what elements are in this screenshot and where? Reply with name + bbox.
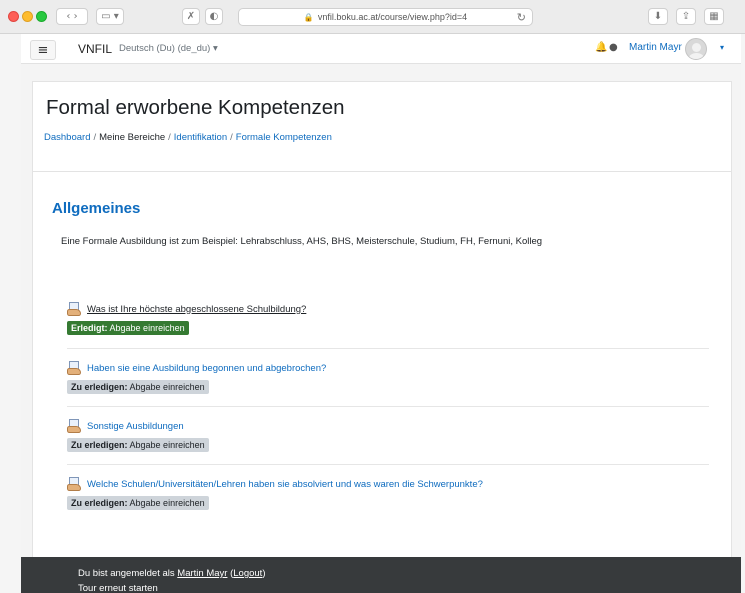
browser-toolbar: ‹ › ▭ ▾ ✗ ◐ 🔒 vnfil.boku.ac.at/course/vi… bbox=[0, 0, 745, 34]
back-forward-buttons[interactable]: ‹ › bbox=[56, 8, 88, 25]
menu-icon[interactable]: ≡ bbox=[30, 40, 56, 60]
language-selector[interactable]: Deutsch (Du) (de_du) ▾ bbox=[119, 43, 218, 54]
address-bar[interactable]: 🔒 vnfil.boku.ac.at/course/view.php?id=4 … bbox=[238, 8, 533, 26]
activity-item: Haben sie eine Ausbildung begonnen und a… bbox=[67, 361, 709, 395]
completion-badge-todo: Zu erledigen: Abgabe einreichen bbox=[67, 380, 209, 394]
activity-item: Welche Schulen/Universitäten/Lehren habe… bbox=[67, 477, 709, 511]
section-title[interactable]: Allgemeines bbox=[52, 200, 140, 217]
breadcrumb-dashboard[interactable]: Dashboard bbox=[44, 132, 90, 143]
assignment-icon bbox=[67, 361, 83, 375]
breadcrumb-identifikation[interactable]: Identifikation bbox=[174, 132, 227, 143]
section-summary: Eine Formale Ausbildung ist zum Beispiel… bbox=[61, 236, 543, 247]
web-page: ≡ VNFIL Deutsch (Du) (de_du) ▾ 🔔 ● Marti… bbox=[21, 34, 741, 593]
reload-icon[interactable]: ↻ bbox=[517, 11, 526, 24]
course-content: Allgemeines Eine Formale Ausbildung ist … bbox=[32, 171, 732, 567]
completion-badge-done: Erledigt: Abgabe einreichen bbox=[67, 321, 189, 335]
activity-link[interactable]: Was ist Ihre höchste abgeschlossene Schu… bbox=[87, 304, 306, 315]
divider bbox=[67, 348, 709, 349]
breadcrumb-separator: / bbox=[168, 132, 171, 143]
footer-user-link[interactable]: Martin Mayr bbox=[177, 568, 227, 579]
divider bbox=[67, 464, 709, 465]
bell-icon[interactable]: 🔔 bbox=[595, 42, 607, 53]
assignment-icon bbox=[67, 419, 83, 433]
activity-link[interactable]: Sonstige Ausbildungen bbox=[87, 421, 184, 432]
activity-item: Was ist Ihre höchste abgeschlossene Schu… bbox=[67, 302, 709, 336]
avatar[interactable] bbox=[685, 38, 707, 60]
completion-badge-todo: Zu erledigen: Abgabe einreichen bbox=[67, 438, 209, 452]
sidebar-icon[interactable]: ▭ ▾ bbox=[96, 8, 124, 25]
url-text: vnfil.boku.ac.at/course/view.php?id=4 bbox=[317, 12, 468, 22]
logout-link[interactable]: Logout bbox=[233, 568, 262, 579]
breadcrumb-separator: / bbox=[93, 132, 97, 143]
tour-restart-link[interactable]: Tour erneut starten bbox=[78, 583, 158, 593]
user-menu-chevron-down-icon[interactable]: ▾ bbox=[720, 43, 724, 52]
activity-link[interactable]: Haben sie eine Ausbildung begonnen und a… bbox=[87, 363, 326, 374]
completion-badge-todo: Zu erledigen: Abgabe einreichen bbox=[67, 496, 209, 510]
share-icon[interactable]: ⇪ bbox=[676, 8, 696, 25]
breadcrumb-meine-bereiche: Meine Bereiche bbox=[99, 132, 166, 143]
page-title: Formal erworbene Kompetenzen bbox=[46, 96, 345, 119]
browser-window: ‹ › ▭ ▾ ✗ ◐ 🔒 vnfil.boku.ac.at/course/vi… bbox=[0, 0, 745, 593]
breadcrumb-separator: / bbox=[230, 132, 233, 143]
lock-icon: 🔒 bbox=[303, 12, 314, 22]
login-info: Du bist angemeldet als Martin Mayr (Logo… bbox=[78, 568, 266, 579]
download-icon[interactable]: ⬇ bbox=[648, 8, 668, 25]
close-window-button[interactable] bbox=[8, 11, 19, 22]
breadcrumb: Dashboard / Meine Bereiche / Identifikation /… bbox=[44, 132, 332, 143]
extension-icon[interactable]: ✗ bbox=[182, 8, 200, 25]
assignment-icon bbox=[67, 477, 83, 491]
maximize-window-button[interactable] bbox=[36, 11, 47, 22]
user-name[interactable]: Martin Mayr bbox=[629, 42, 682, 53]
tabs-icon[interactable]: ▦ bbox=[704, 8, 724, 25]
activity-link[interactable]: Welche Schulen/Universitäten/Lehren habe… bbox=[87, 479, 483, 490]
site-navbar: ≡ VNFIL Deutsch (Du) (de_du) ▾ 🔔 ● Marti… bbox=[21, 34, 741, 64]
divider bbox=[67, 406, 709, 407]
site-brand[interactable]: VNFIL bbox=[78, 42, 112, 56]
activity-item: Sonstige Ausbildungen Zu erledigen: Abga… bbox=[67, 419, 709, 453]
breadcrumb-formale-kompetenzen[interactable]: Formale Kompetenzen bbox=[236, 132, 332, 143]
minimize-window-button[interactable] bbox=[22, 11, 33, 22]
page-footer: Du bist angemeldet als Martin Mayr (Logo… bbox=[21, 557, 741, 593]
chat-icon[interactable]: ● bbox=[609, 42, 618, 53]
assignment-icon bbox=[67, 302, 83, 316]
shield-icon[interactable]: ◐ bbox=[205, 8, 223, 25]
